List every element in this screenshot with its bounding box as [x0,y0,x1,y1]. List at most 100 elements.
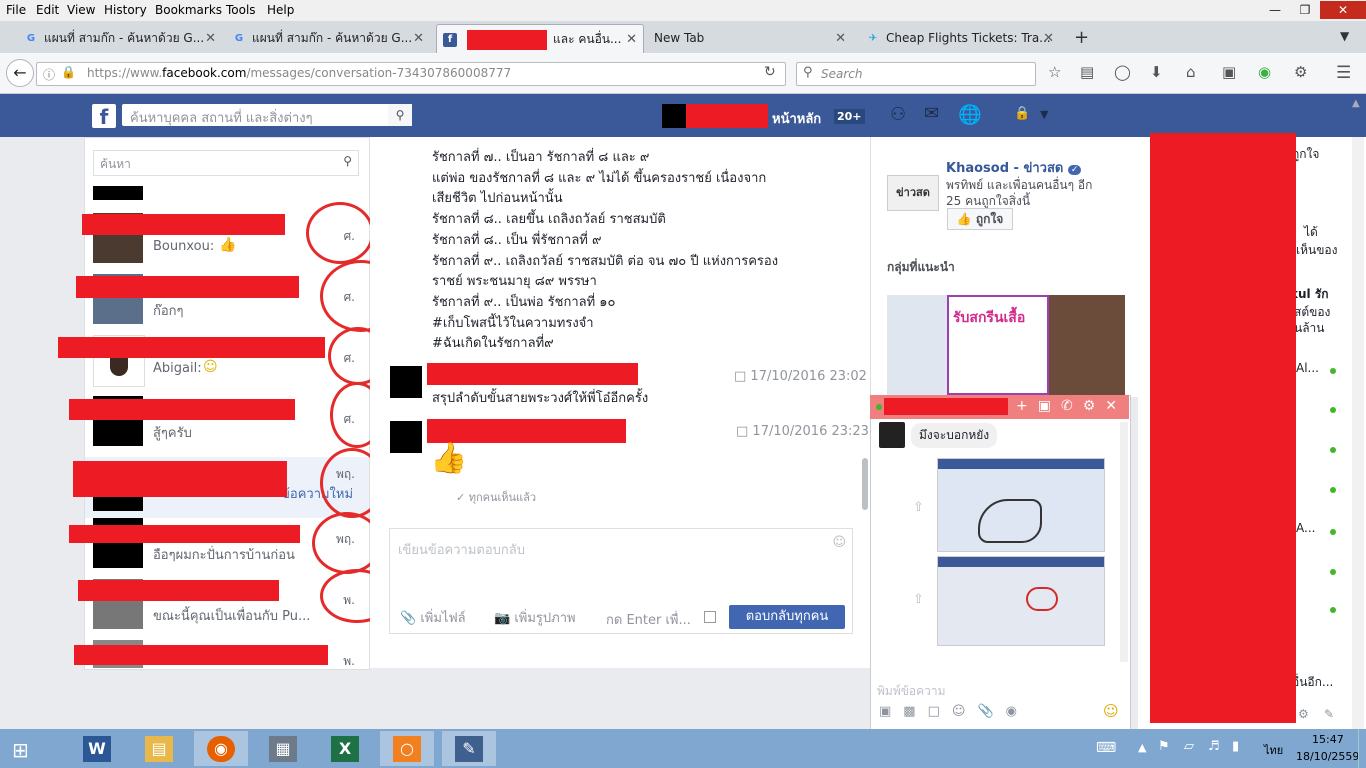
minimize-icon[interactable]: — [1260,1,1290,19]
tab-google-2[interactable]: G แผนที่ สามก๊ก - ค้นหาด้วย G... ✕ [226,24,430,53]
menu-tools[interactable]: Tools [226,3,256,17]
clock-time[interactable]: 15:47 [1312,733,1344,746]
close-window-icon[interactable]: ✕ [1320,1,1366,19]
share-icon[interactable]: ⇧ [913,500,924,515]
phone-icon[interactable]: ✆ [1061,398,1083,414]
taskbar-word[interactable]: W [70,731,124,766]
pocket-icon[interactable]: ◯ [1114,63,1131,81]
search-icon[interactable]: ⚲ [388,104,412,126]
language-indicator[interactable]: ไทย [1264,741,1283,759]
conversation-search-input[interactable]: ค้นหา ⚲ [93,150,359,176]
emoji-icon[interactable]: ☺ [952,704,978,719]
download-icon[interactable]: ⬇ [1150,63,1163,81]
add-photo-button[interactable]: 📷 เพิ่มรูปภาพ [494,607,576,628]
share-icon[interactable]: ⇧ [913,592,924,607]
tab-close-icon[interactable]: ✕ [626,25,637,54]
camera-icon[interactable]: ◉ [1006,704,1029,719]
restore-icon[interactable]: ❐ [1290,1,1320,19]
privacy-lock-icon[interactable]: 🔒 [1014,106,1030,121]
group-ad-image[interactable]: รับสกรีนเสื้อ [887,295,1125,395]
account-menu-icon[interactable]: ▼ [1040,108,1048,121]
photo-icon[interactable]: ▣ [879,704,903,719]
menu-bookmarks[interactable]: Bookmarks [155,3,222,17]
close-icon[interactable]: ✕ [1105,398,1127,414]
messages-icon[interactable]: ✉ [924,103,939,124]
search-bar[interactable]: ⚲ Search [796,62,1036,86]
taskbar-explorer[interactable]: ▤ [132,731,186,766]
taskbar-paint[interactable]: ✎ [442,731,496,766]
bookmark-star-icon[interactable]: ☆ [1048,63,1061,81]
volume-icon[interactable]: ♬ [1208,739,1220,754]
chat-header[interactable]: +▣✆⚙✕ [870,395,1129,419]
settings-gear-icon[interactable]: ⚙ [1083,398,1106,414]
tab-close-icon[interactable]: ✕ [413,24,424,53]
back-button[interactable]: ← [6,59,34,87]
taskbar-firefox[interactable]: ◉ [194,731,248,766]
tab-facebook[interactable]: f และ คนอื่น... ✕ [436,24,644,54]
clock-date[interactable]: 18/10/2559 [1296,750,1359,763]
add-file-button[interactable]: 📎 เพิ่มไฟล์ [400,607,466,628]
addon-icon[interactable]: ▣ [1222,63,1236,81]
friend-requests-icon[interactable]: ⚇ [890,104,906,125]
tab-new-tab[interactable]: New Tab ✕ [648,24,852,53]
tab-close-icon[interactable]: ✕ [205,24,216,53]
show-desktop-button[interactable] [1358,729,1366,768]
video-call-icon[interactable]: ▣ [1038,398,1061,414]
windows-start-icon[interactable]: ⊞ [12,738,29,762]
compose-icon[interactable]: ✎ [1324,707,1334,721]
thumbs-up-icon: 👍 [956,212,972,226]
chat-scrollbar[interactable] [1120,422,1128,662]
scroll-up-icon[interactable]: ▲ [1352,98,1360,109]
page-name[interactable]: Khaosod - ข่าวสด ✓ [946,157,1082,178]
reload-icon[interactable]: ↻ [764,64,776,80]
tab-google-1[interactable]: G แผนที่ สามก๊ก - ค้นหาด้วย G... ✕ [18,24,222,53]
menu-view[interactable]: View [67,3,95,17]
khaosod-logo[interactable]: ข่าวสด [887,175,939,211]
tab-cheap-flights[interactable]: ✈ Cheap Flights Tickets: Tra... ✕ [860,24,1060,53]
tray-up-icon[interactable]: ▲ [1138,741,1146,754]
flag-icon[interactable]: ⚑ [1158,739,1170,754]
thread-scrollbar[interactable] [862,458,868,510]
info-icon[interactable]: ⓘ [43,66,55,83]
menu-help[interactable]: Help [267,3,294,17]
menu-file[interactable]: File [6,3,26,17]
chat-screenshot-image[interactable] [937,458,1105,552]
network-icon[interactable]: ▱ [1184,739,1194,754]
tab-list-icon[interactable]: ▼ [1340,29,1349,43]
page-scrollbar[interactable] [1352,137,1364,729]
addon-green-icon[interactable]: ◉ [1258,63,1271,81]
hamburger-menu-icon[interactable]: ☰ [1336,63,1351,83]
battery-icon[interactable]: ▮ [1232,739,1239,754]
laugh-emoji-icon[interactable]: ☺ [1103,702,1119,720]
keyboard-icon[interactable]: ⌨ [1096,740,1116,756]
home-link[interactable]: หน้าหลัก [772,108,821,129]
reading-list-icon[interactable]: ▤ [1080,63,1094,81]
taskbar-calculator[interactable]: ▦ [256,731,310,766]
settings-gear-icon[interactable]: ⚙ [1298,707,1309,721]
tab-close-icon[interactable]: ✕ [835,24,846,53]
like-page-button[interactable]: 👍 ถูกใจ [947,208,1013,230]
enter-to-send-checkbox[interactable] [704,611,716,623]
home-icon[interactable]: ⌂ [1186,63,1196,81]
facebook-logo-icon[interactable]: f [92,104,116,129]
chat-screenshot-image[interactable] [937,556,1105,646]
taskbar-excel[interactable]: X [318,731,372,766]
emoji-icon[interactable]: ☺ [832,535,846,550]
new-tab-button[interactable]: + [1074,27,1089,48]
notifications-globe-icon[interactable]: 🌐 [958,103,982,126]
attach-icon[interactable]: 📎 [977,704,1005,719]
sticker-icon[interactable]: ▩ [903,704,927,719]
profile-avatar[interactable] [662,104,686,128]
tab-close-icon[interactable]: ✕ [1043,24,1054,53]
search-icon[interactable]: ⚲ [343,154,352,168]
facebook-search-input[interactable]: ค้นหาบุคคล สถานที่ และสิ่งต่างๆ ⚲ [122,104,412,126]
taskbar-pdf[interactable]: ○ [380,731,434,766]
add-person-icon[interactable]: + [1016,398,1038,414]
menu-edit[interactable]: Edit [36,3,59,17]
gif-icon[interactable]: □ [928,704,952,719]
reply-all-button[interactable]: ตอบกลับทุกคน [729,605,845,629]
addon-gear-icon[interactable]: ⚙ [1294,63,1307,81]
menu-history[interactable]: History [104,3,147,17]
url-bar[interactable]: ⓘ 🔒 https://www.facebook.com/messages/co… [36,62,786,86]
chat-input[interactable]: พิมพ์ข้อความ [877,682,946,701]
